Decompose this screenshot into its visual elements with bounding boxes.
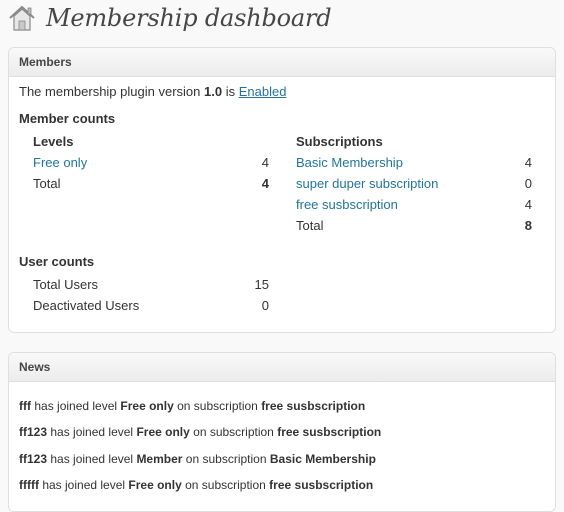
house-icon [6,2,38,34]
news-text: has joined level [50,452,134,466]
news-text: has joined level [50,425,134,439]
news-item: fff has joined level Free only on subscr… [19,399,365,413]
subscriptions-total-label: Total [296,218,324,233]
subscription-link-free-susbscription[interactable]: free susbscription [296,197,398,212]
news-level: Free only [136,425,190,439]
page-header: Membership dashboard [6,0,332,36]
subscription-link-super-duper[interactable]: super duper subscription [296,176,438,191]
news-user: fffff [19,478,39,492]
levels-total-count: 4 [261,176,269,191]
deactivated-users-count: 0 [261,298,269,313]
status-prefix: The membership plugin version [19,84,201,99]
news-text: on subscription [185,478,266,492]
members-box-title[interactable]: Members [9,48,555,77]
user-counts-heading: User counts [19,254,95,269]
total-users-label: Total Users [33,277,99,292]
levels-heading: Levels [33,134,74,149]
deactivated-users-label: Deactivated Users [33,298,140,313]
news-text: has joined level [34,399,118,413]
levels-total-label: Total [33,176,61,191]
subscription-link-basic-membership[interactable]: Basic Membership [296,155,403,170]
news-item: ff123 has joined level Free only on subs… [19,425,381,439]
news-box: News fff has joined level Free only on s… [8,352,556,512]
subscription-count-super-duper: 0 [524,176,532,191]
news-subscription: free susbscription [277,425,382,439]
members-box: Members The membership plugin version 1.… [8,47,556,333]
status-middle: is [225,84,236,99]
subscription-count-free-susbscription: 4 [524,197,532,212]
news-user: ff123 [19,452,48,466]
news-level: Free only [120,399,174,413]
news-user: fff [19,399,31,413]
level-count-free-only: 4 [261,155,269,170]
level-link-free-only[interactable]: Free only [33,155,87,170]
news-user: ff123 [19,425,48,439]
news-box-title[interactable]: News [9,353,555,382]
member-counts-heading: Member counts [19,111,116,126]
page-title: Membership dashboard [46,4,332,32]
news-text: on subscription [177,399,258,413]
enabled-link[interactable]: Enabled [239,84,287,99]
news-text: has joined level [42,478,126,492]
news-text: on subscription [185,452,267,466]
news-subscription: Basic Membership [269,452,376,466]
news-level: Free only [128,478,182,492]
news-subscription: free susbscription [261,399,366,413]
news-subscription: free susbscription [269,478,374,492]
plugin-status-line: The membership plugin version 1.0 is Ena… [19,84,286,99]
subscriptions-total-count: 8 [524,218,532,233]
subscriptions-heading: Subscriptions [296,134,383,149]
subscription-count-basic-membership: 4 [524,155,532,170]
total-users-count: 15 [254,277,269,292]
plugin-version: 1.0 [204,84,223,99]
news-level: Member [136,452,183,466]
news-item: ff123 has joined level Member on subscri… [19,452,376,466]
news-text: on subscription [193,425,274,439]
news-item: fffff has joined level Free only on subs… [19,478,373,492]
